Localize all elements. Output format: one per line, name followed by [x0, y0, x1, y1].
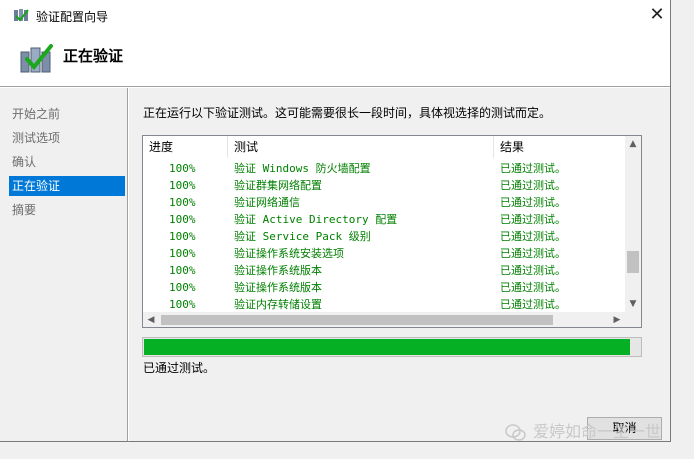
- scroll-right-icon[interactable]: ▶: [609, 312, 625, 327]
- row-test: 验证操作系统安装选项: [234, 247, 344, 260]
- scroll-down-icon[interactable]: ▼: [625, 296, 641, 312]
- test-rows: 100% 验证 Windows 防火墙配置 已通过测试。 100% 验证群集网络配置已…: [143, 160, 625, 312]
- sidebar-item-before-you-begin[interactable]: 开始之前: [9, 104, 125, 124]
- row-progress: 100%: [169, 264, 196, 277]
- close-icon: ✕: [649, 4, 665, 25]
- horizontal-scroll-thumb[interactable]: [161, 315, 553, 325]
- horizontal-scrollbar[interactable]: ◀ ▶: [143, 312, 625, 327]
- row-progress: 100%: [169, 196, 196, 209]
- table-row[interactable]: 100% 验证 Active Directory 配置 已通过测试。: [143, 211, 625, 228]
- row-result: 已通过测试。: [500, 179, 566, 192]
- page-title: 正在验证: [63, 47, 124, 65]
- title-bar[interactable]: 验证配置向导 ✕: [0, 0, 670, 30]
- row-test: 验证 Active Directory 配置: [234, 213, 398, 226]
- row-result: 已通过测试。: [500, 213, 566, 226]
- watermark: 爱婷如命一生一世: [505, 418, 661, 442]
- row-result: 已通过测试。: [500, 264, 566, 277]
- table-row[interactable]: 100% 验证群集网络配置 已通过测试。: [143, 177, 625, 194]
- row-test: 验证操作系统版本: [234, 264, 322, 277]
- wizard-steps-sidebar: 开始之前 测试选项 确认 正在验证 摘要: [0, 88, 128, 441]
- cluster-wizard-icon: [14, 9, 29, 22]
- column-header-result[interactable]: 结果: [494, 136, 625, 158]
- column-header-progress[interactable]: 进度: [143, 136, 228, 158]
- wizard-window: 验证配置向导 ✕ 正在验证 开始之前 测试选项 确认 正在验证 摘要 正在运行以…: [0, 0, 671, 442]
- vertical-scroll-thumb[interactable]: [627, 251, 639, 273]
- sidebar-item-testing-options[interactable]: 测试选项: [9, 128, 125, 148]
- watermark-text: 爱婷如命一生一世: [533, 422, 662, 441]
- close-button[interactable]: ✕: [642, 3, 672, 27]
- row-progress: 100%: [169, 230, 196, 243]
- status-text: 已通过测试。: [143, 361, 216, 375]
- background-strip-bottom: [0, 440, 694, 459]
- scrollbar-corner: [625, 312, 641, 327]
- row-result: 已通过测试。: [500, 281, 566, 294]
- row-result: 已通过测试。: [500, 247, 566, 260]
- main-content: 正在运行以下验证测试。这可能需要很长一段时间，具体视选择的测试而定。 进度 测试…: [129, 88, 670, 441]
- row-progress: 100%: [169, 247, 196, 260]
- sidebar-item-validating[interactable]: 正在验证: [9, 176, 125, 196]
- table-row[interactable]: 100% 验证网络通信 已通过测试。: [143, 194, 625, 211]
- test-list[interactable]: 进度 测试 结果 100% 验证 Windows 防火墙配置 已通过测试。 100%…: [142, 135, 642, 328]
- sidebar-item-confirmation[interactable]: 确认: [9, 152, 125, 172]
- header-band: 正在验证: [0, 30, 670, 87]
- row-result: 已通过测试。: [500, 230, 566, 243]
- table-row[interactable]: 100% 验证操作系统版本 已通过测试。: [143, 279, 625, 296]
- row-progress: 100%: [169, 281, 196, 294]
- overall-progress-bar: [142, 337, 642, 357]
- row-result: 已通过测试。: [500, 162, 566, 175]
- sidebar-item-summary[interactable]: 摘要: [9, 200, 125, 220]
- progress-fill: [144, 339, 630, 355]
- window-title: 验证配置向导: [36, 10, 109, 24]
- row-test: 验证群集网络配置: [234, 179, 322, 192]
- table-row[interactable]: 100% 验证 Service Pack 级别 已通过测试。: [143, 228, 625, 245]
- column-header-test[interactable]: 测试: [228, 136, 494, 158]
- row-result: 已通过测试。: [500, 196, 566, 209]
- table-row[interactable]: 100% 验证内存转储设置 已通过测试。: [143, 296, 625, 312]
- row-progress: 100%: [169, 298, 196, 311]
- row-progress: 100%: [169, 162, 196, 175]
- vertical-scrollbar[interactable]: ▲ ▼: [625, 136, 641, 312]
- row-progress: 100%: [169, 179, 196, 192]
- table-row[interactable]: 100% 验证 Windows 防火墙配置 已通过测试。: [143, 160, 625, 177]
- table-row[interactable]: 100% 验证操作系统版本 已通过测试。: [143, 262, 625, 279]
- table-row[interactable]: 100% 验证操作系统安装选项 已通过测试。: [143, 245, 625, 262]
- row-test: 验证操作系统版本: [234, 281, 322, 294]
- row-test: 验证网络通信: [234, 196, 300, 209]
- scroll-up-icon[interactable]: ▲: [625, 136, 641, 152]
- row-test: 验证 Service Pack 级别: [234, 230, 371, 243]
- row-progress: 100%: [169, 213, 196, 226]
- background-strip-right: [671, 0, 694, 459]
- row-test: 验证 Windows 防火墙配置: [234, 162, 371, 175]
- row-test: 验证内存转储设置: [234, 298, 322, 311]
- row-result: 已通过测试。: [500, 298, 566, 311]
- wechat-icon: [505, 423, 526, 441]
- scroll-left-icon[interactable]: ◀: [143, 312, 159, 327]
- cluster-validate-icon: [20, 44, 53, 73]
- description-text: 正在运行以下验证测试。这可能需要很长一段时间，具体视选择的测试而定。: [143, 106, 552, 120]
